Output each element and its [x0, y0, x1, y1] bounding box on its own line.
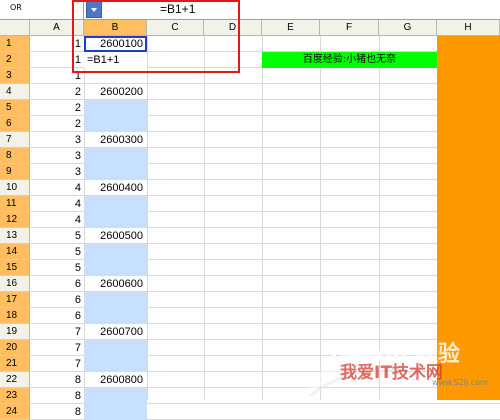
cell-b13[interactable]: 2600500: [84, 228, 147, 244]
cell-b2[interactable]: =B1+1: [84, 52, 147, 68]
row-header-13[interactable]: 13: [0, 228, 30, 244]
cell-a22[interactable]: 8: [30, 372, 84, 388]
row-header-20[interactable]: 20: [0, 340, 30, 356]
column-header-f[interactable]: F: [320, 20, 379, 36]
grid-line-vertical: [262, 36, 263, 400]
green-label-cell[interactable]: 百度经验:小猪也无奈: [262, 52, 437, 68]
cell-b20[interactable]: [84, 340, 147, 356]
cell-a3[interactable]: 1: [30, 68, 84, 84]
formula-text: =B1+1: [160, 2, 196, 16]
row-header-5[interactable]: 5: [0, 100, 30, 116]
row-header-11[interactable]: 11: [0, 196, 30, 212]
cell-b23[interactable]: [84, 388, 147, 404]
active-cell-b1[interactable]: [84, 36, 147, 52]
row-header-14[interactable]: 14: [0, 244, 30, 260]
cell-a14[interactable]: 5: [30, 244, 84, 260]
column-header-d[interactable]: D: [204, 20, 262, 36]
cell-a13[interactable]: 5: [30, 228, 84, 244]
cell-a17[interactable]: 6: [30, 292, 84, 308]
cell-a15[interactable]: 5: [30, 260, 84, 276]
column-header-a[interactable]: A: [30, 20, 84, 36]
cell-a19[interactable]: 7: [30, 324, 84, 340]
row-header-17[interactable]: 17: [0, 292, 30, 308]
row-header-23[interactable]: 23: [0, 388, 30, 404]
cell-a8[interactable]: 3: [30, 148, 84, 164]
row-header-1[interactable]: 1: [0, 36, 30, 52]
column-header-h[interactable]: H: [437, 20, 500, 36]
formula-bar: OR =B1+1: [0, 0, 500, 20]
cell-b21[interactable]: [84, 356, 147, 372]
row-header-16[interactable]: 16: [0, 276, 30, 292]
cell-a1[interactable]: 1: [30, 36, 84, 52]
name-box[interactable]: OR: [0, 0, 84, 19]
cell-b5[interactable]: [84, 100, 147, 116]
cell-b3[interactable]: [84, 68, 147, 84]
cell-b4[interactable]: 2600200: [84, 84, 147, 100]
cell-b22[interactable]: 2600800: [84, 372, 147, 388]
cell-b11[interactable]: [84, 196, 147, 212]
cell-b16[interactable]: 2600600: [84, 276, 147, 292]
cell-b24[interactable]: [84, 404, 147, 420]
cell-a24[interactable]: 8: [30, 404, 84, 420]
cell-a20[interactable]: 7: [30, 340, 84, 356]
cell-b10[interactable]: 2600400: [84, 180, 147, 196]
cell-a18[interactable]: 6: [30, 308, 84, 324]
cell-b8[interactable]: [84, 148, 147, 164]
column-header-c[interactable]: C: [147, 20, 204, 36]
cell-b6[interactable]: [84, 116, 147, 132]
row-header-3[interactable]: 3: [0, 68, 30, 84]
formula-input[interactable]: =B1+1: [104, 0, 500, 19]
name-box-dropdown-icon[interactable]: [86, 1, 102, 18]
column-header-b[interactable]: B: [84, 20, 147, 36]
row-header-22[interactable]: 22: [0, 372, 30, 388]
name-box-text: OR: [10, 3, 22, 12]
cell-a12[interactable]: 4: [30, 212, 84, 228]
grid-line-vertical: [147, 36, 148, 400]
row-header-24[interactable]: 24: [0, 404, 30, 420]
cell-a21[interactable]: 7: [30, 356, 84, 372]
cell-b9[interactable]: [84, 164, 147, 180]
watermark-site-text: 我爱IT技术网: [340, 363, 443, 383]
cell-a2[interactable]: 1: [30, 52, 84, 68]
select-all-corner[interactable]: [0, 20, 30, 36]
row-header-4[interactable]: 4: [0, 84, 30, 100]
row-header-19[interactable]: 19: [0, 324, 30, 340]
cell-a23[interactable]: 8: [30, 388, 84, 404]
row-header-7[interactable]: 7: [0, 132, 30, 148]
row-header-6[interactable]: 6: [0, 116, 30, 132]
cell-b17[interactable]: [84, 292, 147, 308]
row-header-10[interactable]: 10: [0, 180, 30, 196]
row-header-2[interactable]: 2: [0, 52, 30, 68]
row-header-12[interactable]: 12: [0, 212, 30, 228]
cell-a6[interactable]: 2: [30, 116, 84, 132]
cell-a9[interactable]: 3: [30, 164, 84, 180]
cell-a16[interactable]: 6: [30, 276, 84, 292]
cell-b19[interactable]: 2600700: [84, 324, 147, 340]
cell-a4[interactable]: 2: [30, 84, 84, 100]
cell-b14[interactable]: [84, 244, 147, 260]
row-header-8[interactable]: 8: [0, 148, 30, 164]
cell-a10[interactable]: 4: [30, 180, 84, 196]
column-header-g[interactable]: G: [379, 20, 437, 36]
cell-a7[interactable]: 3: [30, 132, 84, 148]
row-header-21[interactable]: 21: [0, 356, 30, 372]
grid-line-vertical: [204, 36, 205, 400]
watermark-url: www.52ij.com: [432, 378, 488, 387]
cell-b12[interactable]: [84, 212, 147, 228]
column-header-e[interactable]: E: [262, 20, 320, 36]
cell-b15[interactable]: [84, 260, 147, 276]
cell-b7[interactable]: 2600300: [84, 132, 147, 148]
row-header-9[interactable]: 9: [0, 164, 30, 180]
row-header-15[interactable]: 15: [0, 260, 30, 276]
row-header-18[interactable]: 18: [0, 308, 30, 324]
cell-a11[interactable]: 4: [30, 196, 84, 212]
cell-a5[interactable]: 2: [30, 100, 84, 116]
cell-b18[interactable]: [84, 308, 147, 324]
